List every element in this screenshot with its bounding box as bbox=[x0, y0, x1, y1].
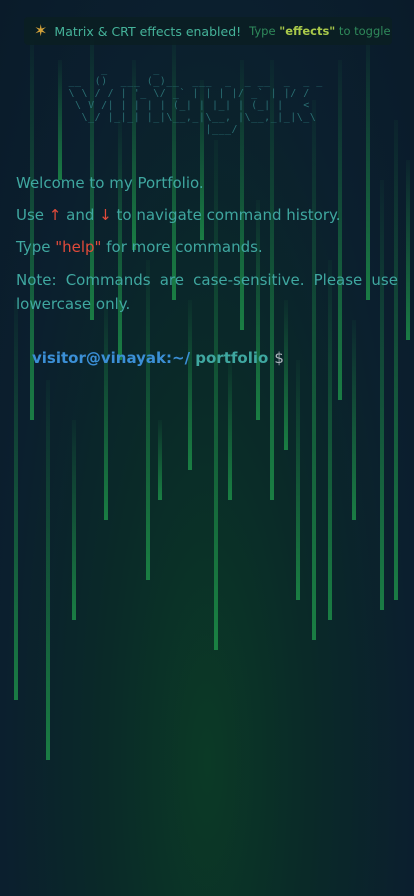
prompt-user: visitor@vinayak:~/ bbox=[32, 349, 191, 367]
note-line-2: lowercase only. bbox=[16, 295, 131, 313]
command-prompt[interactable]: visitor@vinayak:~/ portfolio $ bbox=[32, 349, 284, 367]
ascii-logo: _ _ __ () ___ (_)__ ___ _ _ __ _ _ _ \ \… bbox=[68, 64, 323, 135]
rain-streak bbox=[296, 360, 300, 600]
note-line: Note: Commands are case-sensitive. Please use bbox=[16, 271, 398, 289]
rain-streak bbox=[228, 360, 232, 500]
history-hint-line: Use ↑ and ↓ to navigate command history. bbox=[16, 206, 341, 224]
rain-streak bbox=[352, 320, 356, 520]
rain-streak bbox=[72, 420, 76, 620]
rain-streak bbox=[14, 300, 18, 700]
effects-message: Matrix & CRT effects enabled! bbox=[54, 23, 242, 39]
sparkle-icon: ✶ bbox=[34, 21, 48, 40]
welcome-line: Welcome to my Portfolio. bbox=[16, 174, 204, 192]
terminal-output: Welcome to my Portfolio. Use ↑ and ↓ to … bbox=[16, 172, 398, 316]
up-arrow-icon: ↑ bbox=[48, 206, 62, 224]
down-arrow-icon: ↓ bbox=[99, 206, 112, 224]
help-hint-line: Type "help" for more commands. bbox=[16, 238, 263, 256]
effects-banner: ✶ Matrix & CRT effects enabled! Type "ef… bbox=[24, 17, 392, 45]
rain-streak bbox=[158, 420, 162, 500]
rain-streak bbox=[284, 300, 288, 450]
rain-streak bbox=[406, 160, 410, 340]
rain-streak bbox=[104, 300, 108, 520]
effects-keyword: "effects" bbox=[279, 24, 336, 38]
prompt-path: portfolio bbox=[190, 349, 269, 367]
help-command: "help" bbox=[55, 238, 102, 256]
rain-streak bbox=[46, 380, 50, 760]
effects-toggle-hint: Type "effects" to toggle bbox=[249, 24, 391, 38]
rain-streak bbox=[188, 300, 192, 470]
prompt-dollar: $ bbox=[274, 349, 284, 367]
